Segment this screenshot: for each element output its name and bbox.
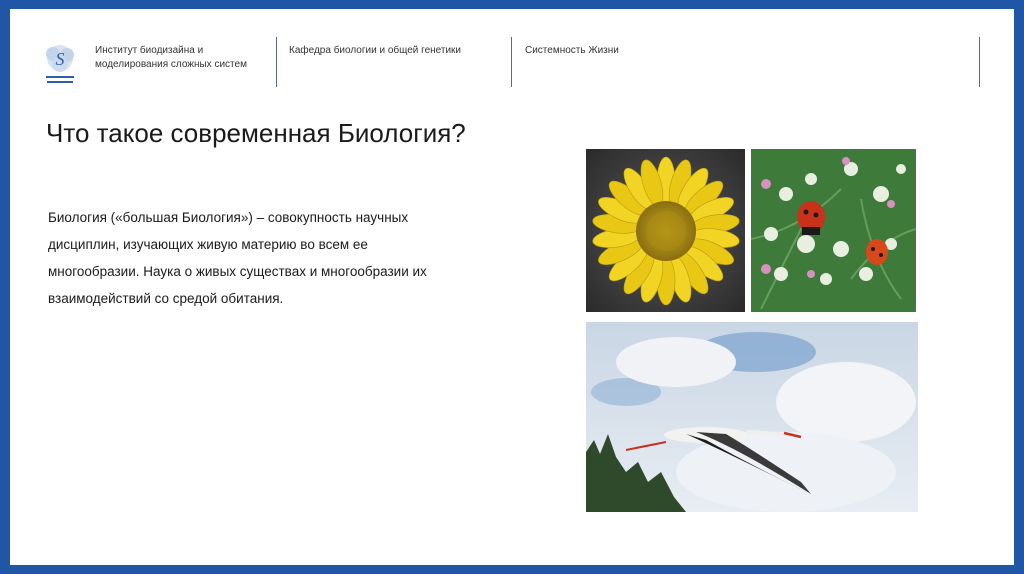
header-divider (511, 37, 512, 87)
topic-name: Системность Жизни (525, 45, 619, 56)
stork-photo (586, 322, 918, 512)
institute-name-line-1: Институт биодизайна и (95, 45, 204, 56)
svg-text:S: S (56, 49, 65, 69)
body-line: взаимодействий со средой обитания. (48, 291, 284, 306)
institute-name-line-2: моделирования сложных систем (95, 59, 247, 70)
slide-title: Что такое современная Биология? (46, 118, 466, 148)
university-logo-icon: S (42, 42, 78, 92)
presentation-slide: S Институт биодизайна и моделирования сл… (10, 9, 1014, 565)
department-name: Кафедра биологии и общей генетики (289, 45, 462, 56)
header-divider (979, 37, 980, 87)
flower-photo (586, 149, 745, 312)
body-line: дисциплин, изучающих живую материю во вс… (48, 237, 368, 252)
institute-name: Институт биодизайна и моделирования слож… (95, 44, 247, 72)
slide-body-text: Биология («большая Биология») – совокупн… (48, 204, 488, 312)
ladybug-photo (751, 149, 916, 312)
body-line: многообразии. Наука о живых существах и … (48, 264, 427, 279)
body-line: Биология («большая Биология») – совокупн… (48, 210, 409, 225)
header-divider (276, 37, 277, 87)
